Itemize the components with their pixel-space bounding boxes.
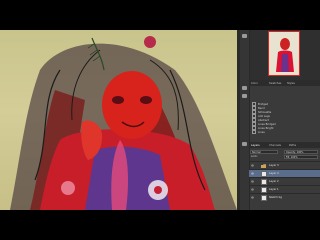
eye-icon[interactable] [251, 172, 254, 175]
blend-mode-select[interactable]: Normal [250, 150, 278, 154]
navigator-view-box[interactable] [268, 31, 300, 76]
layer-row[interactable]: Sketch bg [249, 193, 320, 201]
tab-swatches[interactable]: Swatches [269, 81, 281, 86]
layer-name: Sketch bg [269, 196, 282, 199]
eye-icon[interactable] [251, 164, 254, 167]
fill-field[interactable]: Fill: 100% [284, 155, 318, 159]
layer-thumbnail [261, 195, 267, 201]
color-tabbar: Color Swatches Styles [249, 80, 320, 86]
eye-icon[interactable] [251, 188, 254, 191]
tab-color[interactable]: Color [251, 81, 258, 86]
tab-layers[interactable]: Layers [251, 143, 260, 148]
eye-icon[interactable] [251, 180, 254, 183]
tab-paths[interactable]: Paths [289, 143, 296, 148]
letterbox-top [0, 0, 320, 30]
layer-row[interactable]: Layer 1 [249, 185, 320, 193]
opacity-field[interactable]: Opacity: 100% [284, 150, 318, 154]
navigator-panel [240, 30, 320, 80]
layer-name: Layer 2 [269, 180, 279, 183]
eye-icon[interactable] [251, 196, 254, 199]
layer-row[interactable]: Layer 4 [249, 169, 320, 177]
color-icon[interactable] [242, 86, 247, 90]
layer-name: Layer 1 [269, 188, 279, 191]
document-canvas[interactable] [0, 30, 237, 210]
layers-icon[interactable] [242, 142, 247, 146]
history-item[interactable]: Lines [252, 130, 265, 134]
right-panel: Color Swatches Styles Bridged Bend Silho… [240, 30, 320, 210]
layer-row[interactable]: Layer 2 [249, 177, 320, 185]
layer-group-name: Layer 3 [269, 164, 279, 167]
swatches-icon[interactable] [242, 94, 247, 98]
lock-label: Lock: [251, 155, 258, 158]
folder-icon [261, 164, 266, 168]
tab-channels[interactable]: Channels [269, 143, 281, 148]
navigator-icon[interactable] [242, 34, 247, 38]
artwork [10, 36, 237, 210]
layer-name: Layer 4 [269, 172, 279, 175]
tab-styles[interactable]: Styles [287, 81, 295, 86]
history-item-label: Lines [258, 131, 265, 134]
layer-group[interactable]: Layer 3 [249, 161, 320, 169]
letterbox-bottom [0, 210, 320, 240]
layers-tabbar: Layers Channels Paths [249, 142, 320, 148]
